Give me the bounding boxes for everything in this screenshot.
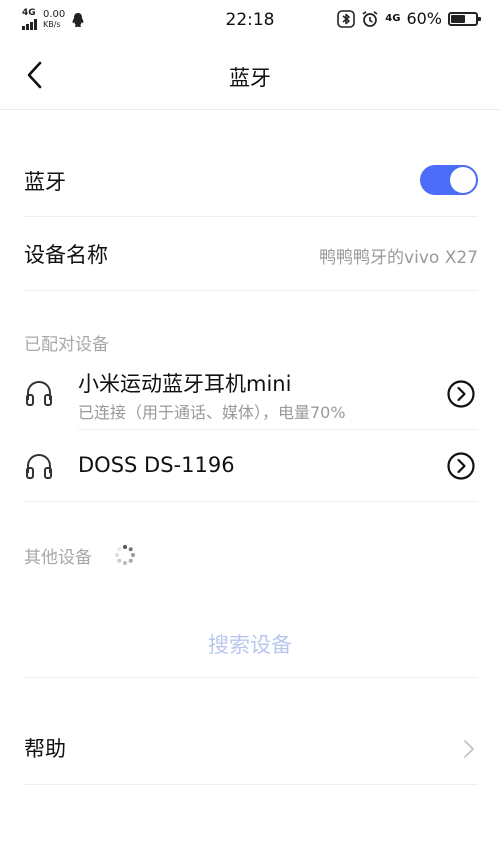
paired-device-item[interactable]: 小米运动蓝牙耳机mini 已连接（用于通话、媒体），电量70% [24,364,478,426]
bluetooth-label: 蓝牙 [24,170,66,194]
divider [24,290,478,291]
help-label: 帮助 [24,737,66,761]
page-title: 蓝牙 [229,66,271,90]
divider [24,784,478,785]
bluetooth-status-icon [337,9,356,28]
bluetooth-row: 蓝牙 [24,163,478,203]
divider [24,216,478,217]
paired-device-item[interactable]: DOSS DS-1196 [24,446,478,486]
device-name-row[interactable]: 设备名称 鸭鸭鸭牙的vivo X27 [24,236,478,276]
chevron-right-icon [464,740,474,758]
other-devices-section: 其他设备 [24,543,478,569]
divider [24,501,478,502]
toggle-knob [450,167,476,193]
battery-fill [451,14,465,23]
headphones-icon [26,380,52,406]
search-devices-button[interactable]: 搜索设备 [0,629,500,659]
other-devices-header: 其他设备 [24,548,92,568]
device-title: DOSS DS-1196 [78,453,235,477]
loading-spinner-icon [115,545,135,565]
battery-percent: 60% [406,9,442,28]
bluetooth-toggle[interactable] [420,165,478,195]
network-type-2: 4G [385,12,401,24]
nav-bar: 蓝牙 [0,40,500,110]
status-right: 4G 60% [337,9,481,28]
device-status: 已连接（用于通话、媒体），电量70% [78,403,346,422]
alarm-icon [362,10,378,27]
device-name-value: 鸭鸭鸭牙的vivo X27 [319,248,478,268]
battery-icon [448,11,481,26]
chevron-circle-right-icon[interactable] [446,451,476,481]
device-title: 小米运动蓝牙耳机mini [78,372,292,396]
paired-devices-section: 已配对设备 [24,330,478,355]
chevron-circle-right-icon[interactable] [446,379,476,409]
divider [78,429,478,430]
device-name-label: 设备名称 [24,243,108,267]
status-bar: 4G 0.00 KB/s 22:18 4G 60% [0,0,500,40]
paired-devices-header: 已配对设备 [24,335,109,355]
divider [24,677,478,678]
headphones-icon [26,453,52,479]
help-row[interactable]: 帮助 [24,733,478,765]
